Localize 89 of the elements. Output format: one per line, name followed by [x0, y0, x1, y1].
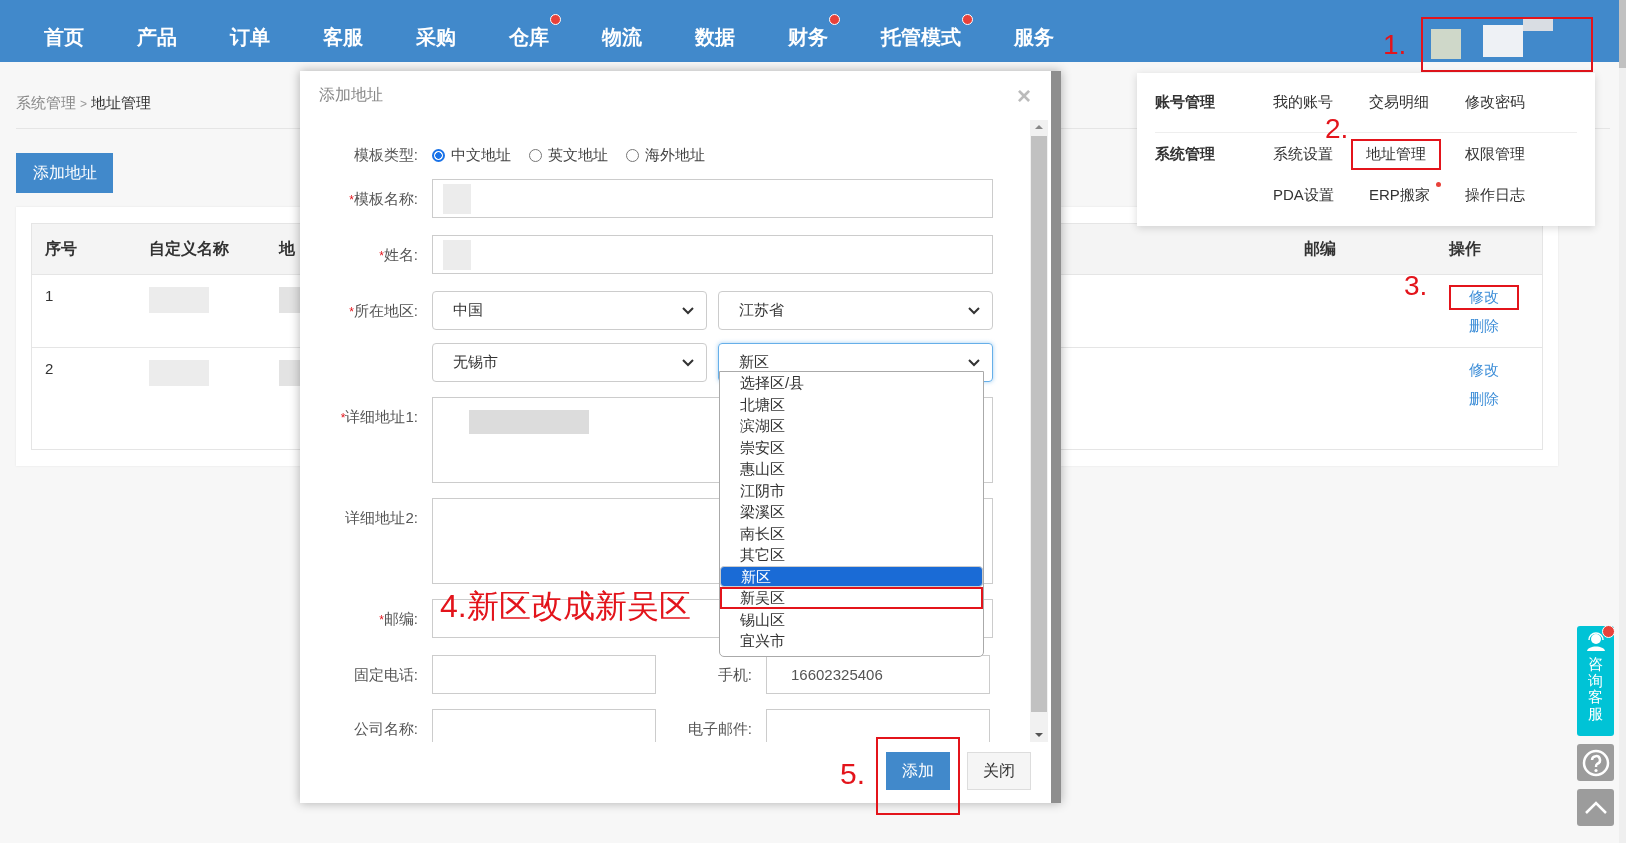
menu-item[interactable]: ERP搬家	[1351, 180, 1447, 211]
select-field[interactable]: 中国	[432, 291, 707, 330]
table-action-link[interactable]: 修改	[1451, 360, 1517, 381]
field-label: *详细地址1:	[339, 407, 418, 427]
menu-item[interactable]: 修改密码	[1447, 87, 1543, 118]
radio-icon[interactable]	[432, 148, 445, 162]
select-field[interactable]: 无锡市	[432, 343, 707, 382]
nav-item[interactable]: 仓库	[509, 11, 549, 51]
breadcrumb-current: 地址管理	[91, 94, 151, 111]
input-field[interactable]	[432, 709, 656, 742]
annotation-number: 5.	[840, 757, 866, 791]
input-field[interactable]	[432, 179, 993, 218]
menu-item[interactable]: 权限管理	[1447, 139, 1543, 170]
dropdown-option[interactable]: 其它区	[720, 544, 983, 566]
table-action-link[interactable]: 删除	[1451, 316, 1517, 337]
breadcrumb-separator: >	[80, 97, 87, 111]
dropdown-option[interactable]: 南长区	[720, 522, 983, 544]
chevron-down-icon	[682, 358, 694, 367]
radio-option[interactable]: 海外地址	[626, 145, 705, 165]
dropdown-option[interactable]: 宜兴市	[720, 630, 983, 652]
nav-item[interactable]: 订单	[230, 11, 270, 51]
field-label: 固定电话:	[352, 665, 418, 685]
nav-item[interactable]: 产品	[137, 11, 177, 51]
customer-service-label: 咨询客服	[1588, 656, 1603, 722]
nav-item[interactable]: 首页	[44, 11, 84, 51]
table-cell-text: 1	[44, 287, 55, 306]
field-label: 公司名称:	[352, 719, 418, 739]
column-header: 邮编	[1304, 239, 1336, 257]
headset-person-icon	[1584, 632, 1607, 652]
input-field[interactable]	[766, 709, 990, 742]
column-header: 地	[279, 239, 295, 257]
field-label: 详细地址2:	[344, 508, 418, 528]
scrollbar[interactable]	[1030, 120, 1048, 742]
field-label: 电子邮件:	[686, 719, 752, 739]
menu-item[interactable]: 交易明细	[1351, 87, 1447, 118]
annotation-text: 4.新区改成新吴区	[440, 587, 691, 626]
menu-item[interactable]: 操作日志	[1447, 180, 1543, 211]
menu-item[interactable]: PDA设置	[1255, 180, 1351, 211]
help-icon	[1581, 748, 1610, 777]
table-action-link[interactable]: 删除	[1451, 389, 1517, 410]
nav-item[interactable]: 物流	[602, 11, 642, 51]
column-header: 操作	[1449, 239, 1481, 257]
field-label: *模板名称:	[348, 189, 418, 209]
radio-option[interactable]: 中文地址	[432, 145, 511, 165]
radio-option[interactable]: 英文地址	[529, 145, 608, 165]
field-value: 16602325406	[790, 666, 883, 683]
chevron-down-icon	[968, 358, 980, 367]
field-label: *邮编:	[378, 609, 418, 629]
input-field[interactable]	[432, 655, 656, 694]
chevron-down-icon	[682, 306, 694, 315]
dropdown-option[interactable]: 北塘区	[720, 393, 983, 415]
nav-item[interactable]: 财务	[788, 11, 828, 51]
menu-group-title: 系统管理	[1155, 144, 1216, 164]
back-to-top-button[interactable]	[1577, 789, 1614, 826]
nav-item[interactable]: 客服	[323, 11, 363, 51]
select-field[interactable]: 江苏省	[718, 291, 993, 330]
dropdown-option[interactable]: 新吴区	[720, 587, 983, 609]
dropdown-option[interactable]: 新区	[720, 565, 983, 587]
dropdown-option[interactable]: 滨湖区	[720, 415, 983, 437]
nav-item[interactable]: 服务	[1014, 11, 1054, 51]
nav-item[interactable]: 采购	[416, 11, 456, 51]
field-label: *姓名:	[378, 245, 418, 265]
table-cell-text: 2	[44, 360, 55, 379]
nav-item[interactable]: 数据	[695, 11, 735, 51]
dialog-button[interactable]: 关闭	[967, 752, 1031, 790]
field-label: 模板类型:	[352, 145, 418, 165]
chevron-down-icon	[968, 306, 980, 315]
dropdown-option[interactable]: 崇安区	[720, 436, 983, 458]
annotation-number: 3.	[1404, 270, 1428, 302]
help-button[interactable]	[1577, 744, 1614, 781]
dropdown-option[interactable]: 江阴市	[720, 479, 983, 501]
chevron-up-icon	[1583, 800, 1608, 815]
menu-group-title: 账号管理	[1155, 92, 1216, 112]
dropdown-option[interactable]: 惠山区	[720, 458, 983, 480]
input-field[interactable]	[432, 235, 993, 274]
dialog-title: 添加地址	[319, 85, 383, 105]
column-header: 自定义名称	[149, 239, 229, 257]
field-label: *所在地区:	[348, 301, 418, 321]
add-address-button[interactable]: 添加地址	[16, 153, 113, 193]
dialog-button[interactable]: 添加	[886, 752, 950, 790]
column-header: 序号	[45, 239, 77, 257]
nav-item[interactable]: 托管模式	[881, 11, 961, 51]
table-action-link[interactable]: 修改	[1451, 287, 1517, 308]
page-scrollbar[interactable]	[1619, 0, 1626, 843]
menu-item[interactable]: 地址管理	[1351, 139, 1441, 170]
field-label: 手机:	[716, 665, 752, 685]
dropdown-option[interactable]: 梁溪区	[720, 501, 983, 523]
dropdown-option[interactable]: 锡山区	[720, 608, 983, 630]
annotation-number: 1.	[1383, 29, 1407, 61]
